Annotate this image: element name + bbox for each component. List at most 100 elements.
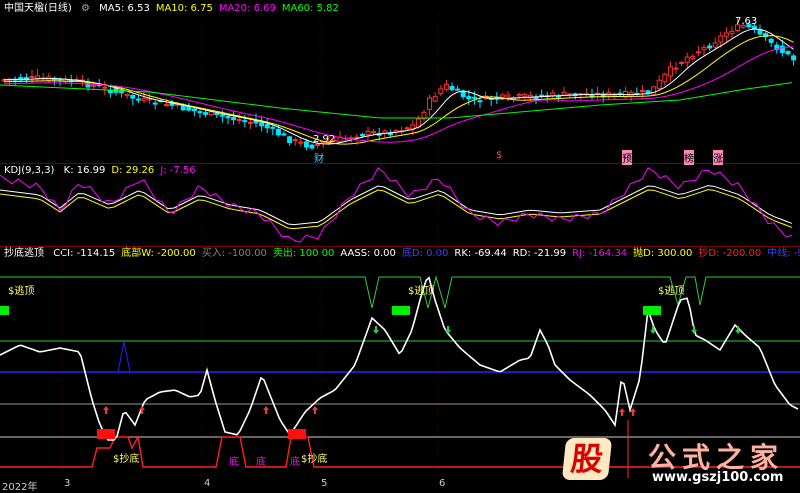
candle-body bbox=[259, 122, 265, 127]
candle-body bbox=[219, 114, 225, 117]
candle-body bbox=[438, 88, 444, 94]
sell-signal-box bbox=[0, 306, 9, 315]
candle-body bbox=[779, 45, 785, 53]
candle-body bbox=[163, 104, 169, 107]
candle-body bbox=[432, 96, 438, 102]
high-price-label: 7.63 bbox=[735, 16, 758, 27]
candle-body bbox=[382, 130, 388, 134]
cci-line bbox=[0, 276, 799, 441]
candle-body bbox=[225, 115, 231, 119]
buy-arrow-icon bbox=[312, 406, 318, 414]
event-label[interactable]: 涨 bbox=[713, 150, 723, 165]
candle-body bbox=[679, 62, 685, 65]
candle-body bbox=[152, 102, 158, 105]
candle-body bbox=[768, 38, 774, 43]
candle-body bbox=[477, 100, 483, 103]
candle-body bbox=[197, 111, 203, 114]
candle-body bbox=[656, 79, 662, 89]
candle-body bbox=[427, 97, 433, 110]
buy-signal-box bbox=[288, 429, 306, 439]
candle-body bbox=[359, 134, 365, 137]
buy-bottom-label: $抄底 bbox=[301, 454, 328, 465]
bottom-label: 底 bbox=[229, 457, 239, 468]
x-axis-label: 4 bbox=[204, 478, 211, 489]
candle-body bbox=[723, 32, 729, 37]
candle-body bbox=[208, 111, 214, 116]
candle-body bbox=[236, 119, 242, 122]
candle-body bbox=[639, 90, 645, 93]
candle-body bbox=[404, 127, 410, 130]
candle-body bbox=[180, 104, 186, 111]
candle-body bbox=[130, 94, 136, 99]
candle-body bbox=[718, 35, 724, 43]
candle-body bbox=[141, 97, 147, 102]
buy-arrow-icon bbox=[619, 408, 625, 416]
candle-body bbox=[91, 84, 97, 87]
event-label[interactable]: 财 bbox=[314, 150, 324, 165]
candle-body bbox=[35, 75, 41, 79]
escape-top-label: $逃顶 bbox=[658, 286, 685, 297]
candle-body bbox=[449, 85, 455, 91]
candle-body bbox=[505, 94, 511, 98]
candle-body bbox=[119, 91, 125, 94]
candle-body bbox=[270, 126, 276, 129]
watermark: 股 公式之家 www.gszj100.com bbox=[556, 436, 800, 491]
sell-signal-box bbox=[392, 306, 410, 315]
candle-body bbox=[124, 93, 130, 97]
candle-body bbox=[455, 88, 461, 91]
candle-body bbox=[371, 131, 377, 134]
x-axis-label: 6 bbox=[439, 478, 446, 489]
candle-body bbox=[102, 86, 108, 89]
sell-arrow-icon bbox=[735, 326, 741, 334]
candle-body bbox=[701, 46, 707, 51]
candle-body bbox=[791, 55, 797, 61]
buy-arrow-icon bbox=[263, 406, 269, 414]
candle-body bbox=[684, 56, 690, 63]
sell-arrow-icon bbox=[445, 326, 451, 334]
candle-body bbox=[499, 94, 505, 98]
candle-body bbox=[550, 92, 556, 97]
logo-icon: 股 bbox=[561, 438, 613, 480]
candle-body bbox=[707, 45, 713, 49]
candle-body bbox=[191, 108, 197, 112]
bottom-label: 底 bbox=[256, 457, 266, 468]
candle-body bbox=[231, 117, 237, 121]
chart-canvas[interactable] bbox=[0, 0, 800, 491]
bottom-label: 底 bbox=[290, 457, 300, 468]
escape-top-label: $逃顶 bbox=[8, 286, 35, 297]
candle-body bbox=[275, 128, 281, 136]
candle-body bbox=[365, 130, 371, 136]
buy-signal-box bbox=[97, 429, 115, 439]
candle-body bbox=[29, 75, 35, 78]
candle-body bbox=[292, 139, 298, 142]
x-axis-label: 3 bbox=[64, 478, 71, 489]
candle-body bbox=[471, 96, 477, 99]
candle-body bbox=[667, 66, 673, 77]
sell-arrow-icon bbox=[691, 326, 697, 334]
brand-url: www.gszj100.com bbox=[652, 470, 784, 485]
candle-body bbox=[690, 55, 696, 60]
candle-body bbox=[242, 120, 248, 123]
candle-body bbox=[673, 67, 679, 70]
candle-body bbox=[287, 136, 293, 144]
buy-bottom-label: $抄底 bbox=[113, 454, 140, 465]
candle-body bbox=[281, 133, 287, 136]
sell-arrow-icon bbox=[373, 326, 379, 334]
kdj-d-line bbox=[0, 189, 793, 230]
candle-body bbox=[522, 93, 528, 97]
event-label[interactable]: $ bbox=[496, 150, 502, 161]
sell-arrow-icon bbox=[650, 326, 656, 334]
candle-body bbox=[729, 30, 735, 35]
event-label[interactable]: 榜 bbox=[684, 150, 694, 165]
ma20-line bbox=[3, 46, 794, 143]
candle-body bbox=[757, 29, 763, 35]
candle-body bbox=[466, 96, 472, 100]
buy-arrow-icon bbox=[103, 406, 109, 414]
candle-body bbox=[298, 141, 304, 144]
candle-body bbox=[695, 51, 701, 54]
event-label[interactable]: 预 bbox=[622, 150, 632, 165]
candle-body bbox=[712, 42, 718, 48]
candle-body bbox=[203, 112, 209, 115]
candle-body bbox=[303, 141, 309, 148]
low-price-label: 2.92 bbox=[313, 134, 336, 145]
